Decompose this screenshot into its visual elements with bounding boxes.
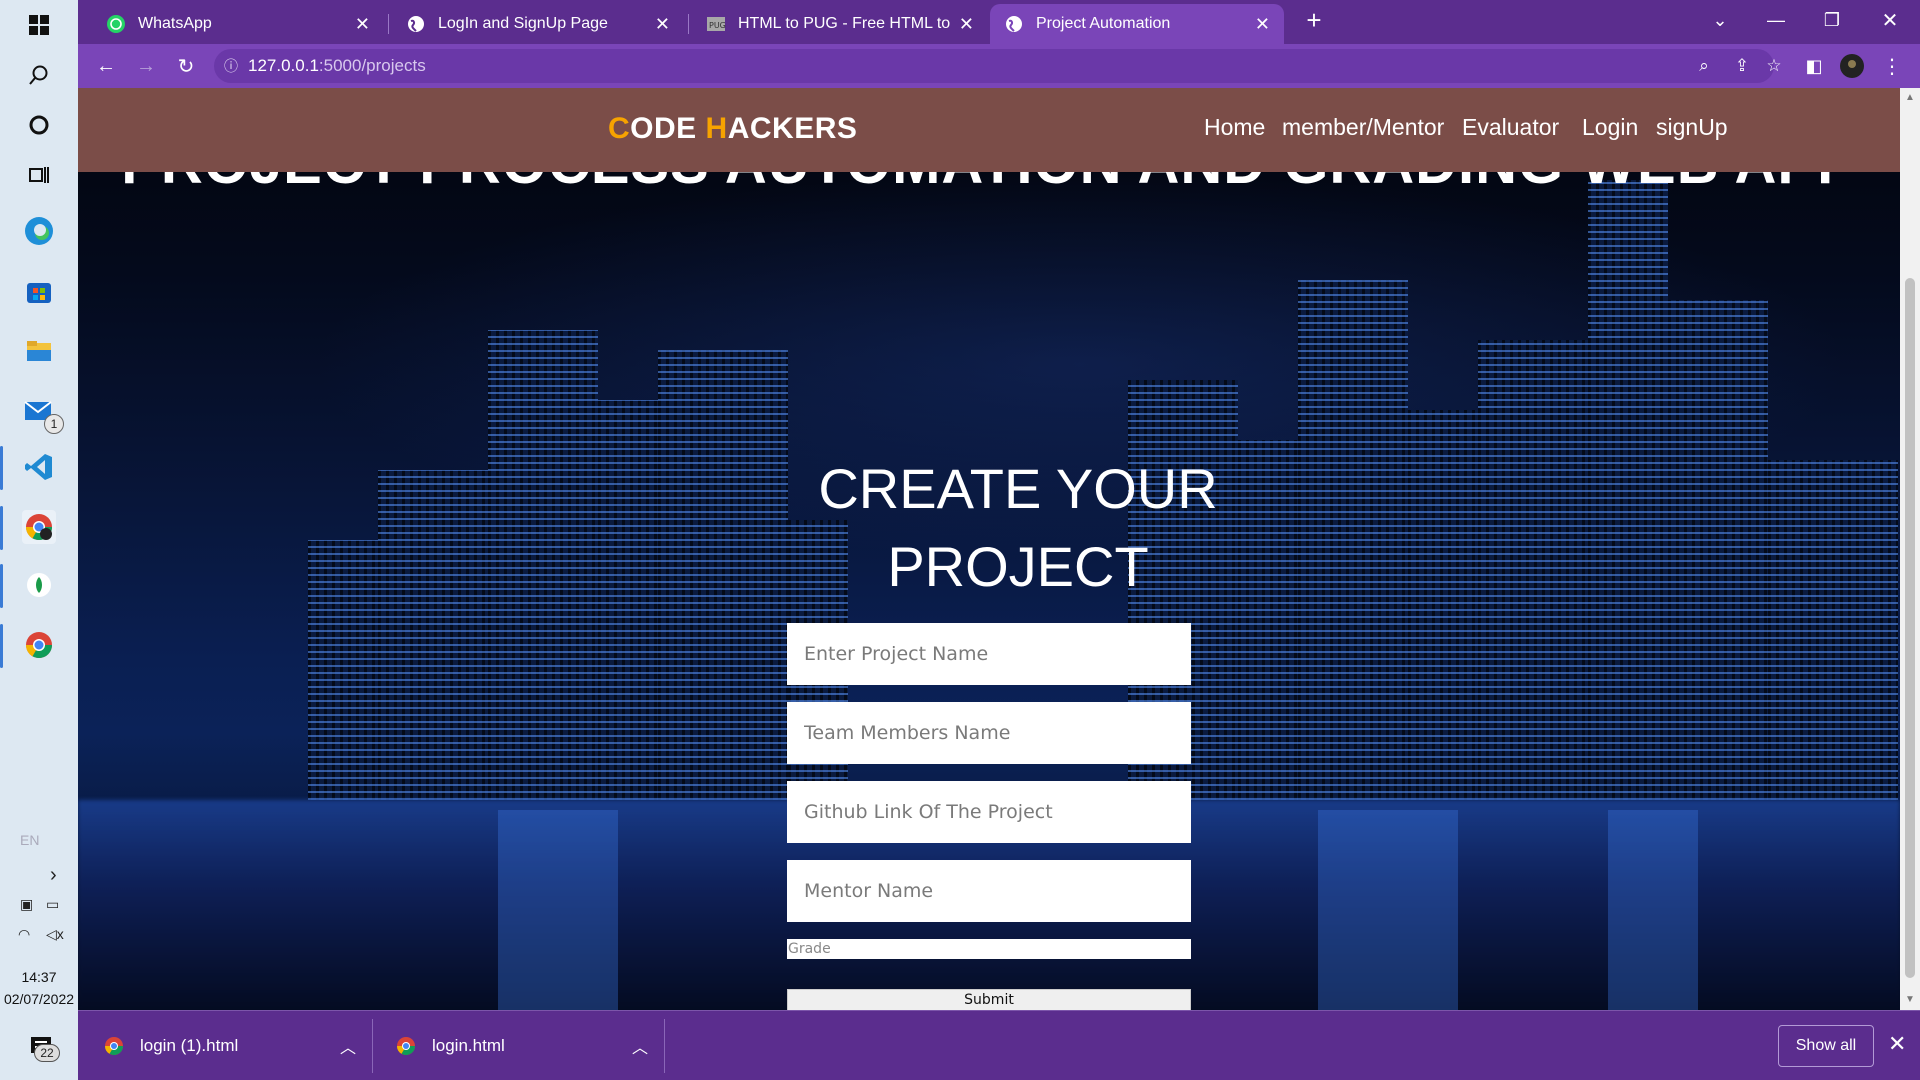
project-name-input[interactable] (787, 623, 1191, 685)
download-filename: login (1).html (140, 1036, 239, 1055)
windows-start-icon[interactable] (22, 8, 56, 42)
chrome-file-icon (397, 1037, 415, 1056)
chevron-right-icon[interactable]: › (50, 864, 57, 887)
tab-login-signup[interactable]: LogIn and SignUp Page ✕ (392, 4, 684, 44)
team-members-input[interactable] (787, 702, 1191, 764)
globe-icon (406, 14, 426, 34)
svg-text:PUG: PUG (709, 21, 726, 30)
close-tab-icon[interactable]: ✕ (1255, 14, 1270, 35)
url-path: :5000/projects (318, 56, 426, 75)
page-scrollbar[interactable]: ▲ ▼ (1900, 88, 1920, 1010)
chrome-icon[interactable] (22, 628, 56, 662)
browser-toolbar: ← → ↻ ⓘ 127.0.0.1:5000/projects ⌕ ⇪ ☆ ◧ … (78, 44, 1920, 88)
tab-whatsapp[interactable]: WhatsApp ✕ (92, 4, 384, 44)
tab-title: Project Automation (1036, 15, 1171, 32)
new-tab-button[interactable]: + (1286, 0, 1342, 40)
pug-icon: PUG (706, 14, 726, 34)
whatsapp-icon (106, 14, 126, 34)
chrome-profile-icon[interactable] (22, 510, 56, 544)
nav-evaluator-link[interactable]: Evaluator (1462, 114, 1559, 141)
github-link-input[interactable] (787, 781, 1191, 843)
menu-kebab-icon[interactable]: ⋮ (1878, 52, 1906, 80)
share-icon[interactable]: ⇪ (1730, 54, 1754, 78)
download-item[interactable]: login.html ︿ (396, 1011, 666, 1080)
download-filename: login.html (432, 1036, 505, 1055)
vscode-icon[interactable] (22, 450, 56, 484)
chrome-file-icon (105, 1037, 123, 1056)
tab-title: LogIn and SignUp Page (438, 15, 608, 32)
search-icon[interactable] (22, 58, 56, 92)
web-page: PROJECT PROCESS AUTOMATION AND GRADING W… (78, 88, 1900, 1010)
close-tab-icon[interactable]: ✕ (655, 14, 670, 35)
close-tab-icon[interactable]: ✕ (355, 14, 370, 35)
app-icon[interactable] (22, 568, 56, 602)
globe-icon (1004, 14, 1024, 34)
nav-home-link[interactable]: Home (1204, 114, 1265, 141)
show-all-button[interactable]: Show all (1778, 1025, 1874, 1067)
download-item[interactable]: login (1).html ︿ (104, 1011, 374, 1080)
battery-icon[interactable]: ▭ (46, 896, 59, 913)
task-view-icon[interactable] (22, 158, 56, 192)
scroll-up-icon[interactable]: ▲ (1905, 92, 1915, 103)
mail-badge: 1 (44, 414, 64, 434)
close-downloads-icon[interactable]: ✕ (1888, 1031, 1906, 1057)
bookmark-star-icon[interactable]: ☆ (1762, 54, 1786, 78)
tab-search-icon[interactable]: ⌄ (1692, 0, 1748, 40)
forward-icon[interactable]: → (132, 52, 160, 80)
mentor-name-input[interactable] (787, 860, 1191, 922)
windows-taskbar: 1 EN › ▣ ▭ ◠ ◁x 14:37 02/07/2022 22 (0, 0, 78, 1080)
tab-html-to-pug[interactable]: PUG HTML to PUG - Free HTML to PUG ✕ (692, 4, 988, 44)
store-icon[interactable] (22, 274, 56, 308)
scroll-thumb[interactable] (1905, 278, 1915, 978)
grade-input[interactable] (787, 939, 1191, 959)
url-host: 127.0.0.1 (248, 56, 319, 75)
wifi-icon[interactable]: ◠ (18, 926, 30, 943)
site-logo[interactable]: CODE HACKERS (608, 112, 857, 146)
edge-icon[interactable] (22, 214, 56, 248)
chevron-up-icon[interactable]: ︿ (340, 1034, 356, 1058)
cortana-icon[interactable] (22, 108, 56, 142)
restore-button[interactable]: ❐ (1804, 0, 1860, 40)
chevron-up-icon[interactable]: ︿ (632, 1034, 648, 1058)
file-explorer-icon[interactable] (22, 334, 56, 368)
close-window-button[interactable]: ✕ (1862, 0, 1918, 40)
form-title: CREATE YOUR PROJECT (818, 457, 1218, 598)
mute-icon[interactable]: ◁x (46, 926, 64, 943)
devices-icon[interactable]: ▣ (20, 896, 33, 913)
site-header: CODE HACKERS Home member/Mentor Evaluato… (78, 88, 1900, 172)
back-icon[interactable]: ← (92, 52, 120, 80)
tab-project-automation[interactable]: Project Automation ✕ (990, 4, 1284, 44)
tab-title: HTML to PUG - Free HTML to PUG (738, 15, 951, 32)
profile-avatar[interactable] (1838, 52, 1866, 80)
tab-title: WhatsApp (138, 15, 212, 32)
close-tab-icon[interactable]: ✕ (959, 14, 974, 35)
clock-time[interactable]: 14:37 (0, 966, 78, 988)
nav-login-link[interactable]: Login (1582, 114, 1638, 141)
notification-badge: 22 (34, 1044, 60, 1062)
language-indicator[interactable]: EN (20, 832, 39, 848)
submit-button[interactable]: Submit (787, 989, 1191, 1010)
browser-tab-strip: WhatsApp ✕ LogIn and SignUp Page ✕ PUG H… (78, 0, 1920, 44)
address-bar[interactable]: ⓘ 127.0.0.1:5000/projects ⌕ ⇪ ☆ (214, 49, 1782, 83)
downloads-bar: login (1).html ︿ login.html ︿ Show all ✕ (78, 1010, 1920, 1080)
nav-signup-link[interactable]: signUp (1656, 114, 1728, 141)
reload-icon[interactable]: ↻ (172, 52, 200, 80)
site-info-icon[interactable]: ⓘ (214, 56, 248, 76)
zoom-icon[interactable]: ⌕ (1692, 54, 1716, 78)
minimize-button[interactable]: — (1748, 0, 1804, 40)
clock-date[interactable]: 02/07/2022 (0, 988, 78, 1010)
nav-member-mentor-link[interactable]: member/Mentor (1282, 114, 1444, 141)
scroll-down-icon[interactable]: ▼ (1905, 994, 1915, 1005)
side-panel-icon[interactable]: ◧ (1800, 52, 1828, 80)
